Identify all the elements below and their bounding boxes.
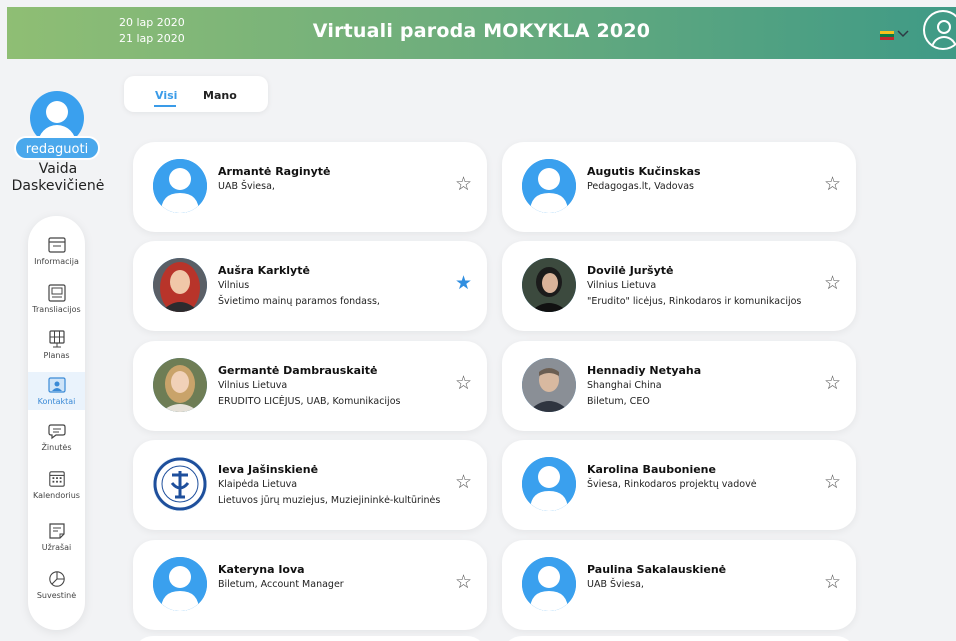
nav-label: Kontaktai bbox=[37, 397, 76, 406]
user-menu-icon[interactable] bbox=[923, 10, 956, 50]
contact-card[interactable]: Augutis Kučinskas Pedagogas.lt, Vadovas ☆ bbox=[502, 142, 856, 232]
contact-card[interactable]: Dovilė Juršytė Vilnius Lietuva "Erudito" l… bbox=[502, 241, 856, 331]
contact-detail: "Erudito" licėjus, Rinkodaros ir komunik… bbox=[587, 296, 802, 307]
active-tab-underline bbox=[154, 105, 176, 107]
nav-label: Žinutės bbox=[41, 443, 72, 452]
contact-card[interactable]: Germantė Dambrauskaitė Vilnius Lietuva ERU… bbox=[133, 341, 487, 431]
summary-chart-icon bbox=[48, 571, 65, 587]
notes-icon bbox=[48, 523, 65, 539]
avatar bbox=[153, 358, 207, 412]
contact-card[interactable]: Paulina Sakalauskienė UAB Šviesa, ☆ bbox=[502, 540, 856, 630]
contact-detail: Lietuvos jūrų muziejus, Muziejininkė-kul… bbox=[218, 495, 441, 506]
info-window-icon bbox=[47, 237, 66, 253]
favorite-star-icon[interactable]: ☆ bbox=[824, 573, 841, 592]
avatar bbox=[153, 159, 207, 213]
nav-item-suvestine[interactable]: Suvestinė bbox=[28, 570, 85, 600]
contact-name: Karolina Bauboniene bbox=[587, 463, 716, 476]
contact-name: Armantė Raginytė bbox=[218, 165, 331, 178]
favorite-star-icon[interactable]: ☆ bbox=[455, 374, 472, 393]
contact-detail: UAB Šviesa, bbox=[218, 181, 275, 192]
avatar bbox=[153, 557, 207, 611]
nav-label: Suvestinė bbox=[36, 591, 77, 600]
nav-label: Planas bbox=[43, 351, 70, 360]
profile-name: Vaida Daskevičienė bbox=[0, 161, 116, 195]
contact-name: Ieva Jašinskienė bbox=[218, 463, 319, 476]
contact-name: Dovilė Juršytė bbox=[587, 264, 674, 277]
contact-card[interactable]: Hennadiy Netyaha Shanghai China Biletum, C… bbox=[502, 341, 856, 431]
favorite-star-icon[interactable]: ☆ bbox=[824, 374, 841, 393]
contact-detail: Biletum, Account Manager bbox=[218, 579, 344, 590]
calendar-icon bbox=[48, 471, 65, 487]
favorite-star-icon[interactable]: ☆ bbox=[455, 573, 472, 592]
favorite-star-icon[interactable]: ☆ bbox=[824, 473, 841, 492]
nav-label: Kalendorius bbox=[33, 491, 80, 500]
nav-item-zinutes[interactable]: Žinutės bbox=[28, 422, 85, 452]
avatar bbox=[522, 159, 576, 213]
contact-detail: UAB Šviesa, bbox=[587, 579, 644, 590]
avatar bbox=[522, 258, 576, 312]
nav-label: Informacija bbox=[34, 257, 79, 266]
contact-detail: Švietimo mainų paramos fondass, bbox=[218, 296, 380, 307]
contacts-icon bbox=[47, 377, 66, 393]
flag-stripe bbox=[880, 37, 894, 40]
favorite-star-icon[interactable]: ☆ bbox=[455, 473, 472, 492]
nav-item-planas[interactable]: Planas bbox=[28, 330, 85, 360]
contact-detail: Pedagogas.lt, Vadovas bbox=[587, 181, 694, 192]
contact-detail: Klaipėda Lietuva bbox=[218, 479, 298, 490]
nav-item-kontaktai[interactable]: Kontaktai bbox=[28, 372, 85, 410]
contact-card[interactable]: Armantė Raginytė UAB Šviesa, ☆ bbox=[133, 142, 487, 232]
messages-icon bbox=[47, 424, 66, 440]
contact-detail: Shanghai China bbox=[587, 380, 662, 391]
avatar bbox=[153, 457, 207, 511]
avatar bbox=[522, 457, 576, 511]
chevron-down-icon[interactable] bbox=[897, 27, 909, 41]
contact-name: Kateryna Iova bbox=[218, 563, 305, 576]
contact-card[interactable]: Kateryna Iova Biletum, Account Manager ☆ bbox=[133, 540, 487, 630]
contact-card[interactable]: Aušra Karklytė Vilnius Švietimo mainų para… bbox=[133, 241, 487, 331]
tab-visi[interactable]: Visi bbox=[155, 89, 177, 102]
contact-detail: Vilnius Lietuva bbox=[218, 380, 288, 391]
page-title: Virtuali paroda MOKYKLA 2020 bbox=[312, 20, 651, 42]
contact-name: Augutis Kučinskas bbox=[587, 165, 701, 178]
contact-detail: Vilnius bbox=[218, 280, 250, 291]
nav-item-uzrasai[interactable]: Užrašai bbox=[28, 522, 85, 552]
edit-profile-button[interactable]: redaguoti bbox=[14, 136, 100, 160]
contact-filter-tabs: Visi Mano bbox=[124, 76, 268, 112]
broadcast-icon bbox=[47, 284, 66, 302]
favorite-star-icon[interactable]: ☆ bbox=[824, 274, 841, 293]
contact-card[interactable]: Ieva Jašinskienė Klaipėda Lietuva Lietuvos… bbox=[133, 440, 487, 530]
favorite-star-filled-icon[interactable]: ★ bbox=[455, 274, 472, 293]
contact-detail: Biletum, CEO bbox=[587, 396, 650, 407]
contact-name: Germantė Dambrauskaitė bbox=[218, 364, 378, 377]
nav-item-kalendorius[interactable]: Kalendorius bbox=[28, 470, 85, 500]
contact-name: Hennadiy Netyaha bbox=[587, 364, 702, 377]
nav-item-informacija[interactable]: Informacija bbox=[28, 236, 85, 266]
contact-detail: Vilnius Lietuva bbox=[587, 280, 657, 291]
contact-detail: ERUDITO LICĖJUS, UAB, Komunikacijos bbox=[218, 396, 401, 407]
side-nav: Informacija Transliacijos Planas Kontakt… bbox=[28, 216, 85, 630]
avatar bbox=[522, 358, 576, 412]
profile-first-name: Vaida bbox=[38, 161, 78, 177]
contact-card-partial bbox=[502, 636, 856, 641]
favorite-star-icon[interactable]: ☆ bbox=[824, 175, 841, 194]
top-bar: 20 lap 2020 21 lap 2020 Virtuali paroda … bbox=[7, 7, 956, 59]
contact-name: Aušra Karklytė bbox=[218, 264, 310, 277]
contact-card-partial bbox=[133, 636, 487, 641]
floor-plan-icon bbox=[48, 330, 65, 348]
nav-label: Transliacijos bbox=[32, 305, 81, 314]
language-flag-icon[interactable] bbox=[880, 31, 894, 40]
avatar bbox=[522, 557, 576, 611]
contact-card[interactable]: Karolina Bauboniene Šviesa, Rinkodaros pr… bbox=[502, 440, 856, 530]
contact-detail: Šviesa, Rinkodaros projektų vadovė bbox=[587, 479, 757, 490]
favorite-star-icon[interactable]: ☆ bbox=[455, 175, 472, 194]
tab-mano[interactable]: Mano bbox=[203, 89, 237, 102]
avatar bbox=[153, 258, 207, 312]
profile-last-name: Daskevičienė bbox=[11, 178, 105, 194]
nav-label: Užrašai bbox=[41, 543, 72, 552]
contact-name: Paulina Sakalauskienė bbox=[587, 563, 727, 576]
nav-item-transliacijos[interactable]: Transliacijos bbox=[28, 284, 85, 314]
